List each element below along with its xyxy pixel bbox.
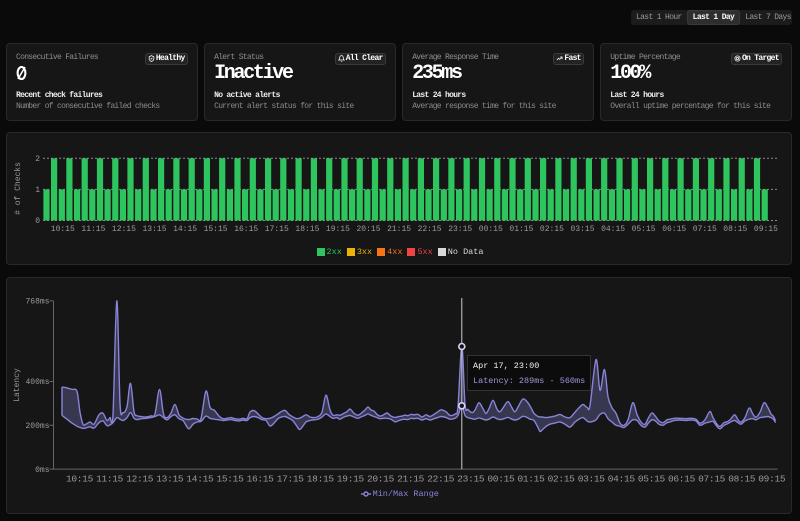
svg-text:22:15: 22:15 xyxy=(427,473,455,484)
svg-text:06:15: 06:15 xyxy=(662,225,686,234)
svg-text:07:15: 07:15 xyxy=(698,473,726,484)
svg-text:16:15: 16:15 xyxy=(247,473,275,484)
svg-text:01:15: 01:15 xyxy=(509,225,533,234)
svg-text:12:15: 12:15 xyxy=(126,473,154,484)
svg-text:14:15: 14:15 xyxy=(186,473,214,484)
svg-text:03:15: 03:15 xyxy=(578,473,606,484)
svg-text:00:15: 00:15 xyxy=(479,225,503,234)
svg-text:768ms: 768ms xyxy=(25,297,49,306)
svg-text:02:15: 02:15 xyxy=(548,473,576,484)
svg-text:0ms: 0ms xyxy=(35,465,50,474)
svg-text:200ms: 200ms xyxy=(25,422,49,431)
svg-text:05:15: 05:15 xyxy=(632,225,656,234)
svg-text:05:15: 05:15 xyxy=(638,473,666,484)
svg-text:10:15: 10:15 xyxy=(51,225,75,234)
svg-text:17:15: 17:15 xyxy=(265,225,289,234)
svg-text:02:15: 02:15 xyxy=(540,225,564,234)
svg-text:08:15: 08:15 xyxy=(728,473,756,484)
svg-text:13:15: 13:15 xyxy=(142,225,166,234)
svg-text:10:15: 10:15 xyxy=(66,473,94,484)
svg-text:20:15: 20:15 xyxy=(356,225,380,234)
svg-text:11:15: 11:15 xyxy=(81,225,105,234)
svg-text:13:15: 13:15 xyxy=(156,473,184,484)
svg-text:22:15: 22:15 xyxy=(418,225,442,234)
svg-text:0: 0 xyxy=(35,217,40,226)
svg-text:03:15: 03:15 xyxy=(570,225,594,234)
svg-text:400ms: 400ms xyxy=(25,378,49,387)
svg-text:19:15: 19:15 xyxy=(337,473,365,484)
svg-text:20:15: 20:15 xyxy=(367,473,395,484)
svg-text:Latency: Latency xyxy=(13,368,22,402)
svg-text:11:15: 11:15 xyxy=(96,473,124,484)
svg-text:08:15: 08:15 xyxy=(723,225,747,234)
svg-text:06:15: 06:15 xyxy=(668,473,696,484)
svg-text:00:15: 00:15 xyxy=(487,473,515,484)
svg-text:21:15: 21:15 xyxy=(387,225,411,234)
svg-text:15:15: 15:15 xyxy=(216,473,244,484)
svg-text:01:15: 01:15 xyxy=(517,473,545,484)
svg-text:07:15: 07:15 xyxy=(693,225,717,234)
svg-text:14:15: 14:15 xyxy=(173,225,197,234)
svg-text:1: 1 xyxy=(35,186,40,195)
svg-text:18:15: 18:15 xyxy=(295,225,319,234)
svg-text:# of Checks: # of Checks xyxy=(14,162,23,215)
svg-text:15:15: 15:15 xyxy=(204,225,228,234)
svg-text:04:15: 04:15 xyxy=(608,473,636,484)
svg-text:19:15: 19:15 xyxy=(326,225,350,234)
svg-text:23:15: 23:15 xyxy=(448,225,472,234)
svg-text:2: 2 xyxy=(35,155,40,164)
svg-text:09:15: 09:15 xyxy=(758,473,786,484)
svg-text:21:15: 21:15 xyxy=(397,473,425,484)
svg-text:09:15: 09:15 xyxy=(754,225,778,234)
svg-text:12:15: 12:15 xyxy=(112,225,136,234)
svg-text:17:15: 17:15 xyxy=(277,473,305,484)
svg-text:18:15: 18:15 xyxy=(307,473,335,484)
svg-text:23:15: 23:15 xyxy=(457,473,485,484)
svg-text:04:15: 04:15 xyxy=(601,225,625,234)
svg-text:16:15: 16:15 xyxy=(234,225,258,234)
